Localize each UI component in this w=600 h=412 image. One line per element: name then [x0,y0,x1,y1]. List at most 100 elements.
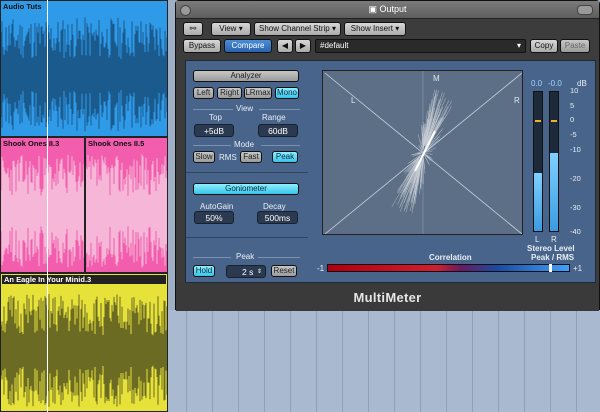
mode-separator [261,145,300,146]
peak-section-label: Peak [236,252,255,261]
correlation-max-label: +1 [573,264,583,273]
right-button[interactable]: Right [217,87,242,99]
grid-line [576,310,577,412]
grid-line [472,310,473,412]
rms-label: RMS [219,153,237,162]
waveform [86,154,167,268]
mode-section-label: Mode [234,140,255,149]
correlation-min-label: -1 [317,264,325,273]
grid-line [342,310,343,412]
preset-menu[interactable]: #default ▾ [315,39,526,53]
db-scale-tick: 10 [570,86,579,95]
decay-label: Decay [263,202,286,211]
grid-line [524,310,525,412]
track-region-an-eagle[interactable]: An Eagle In Your Minid.3 [0,273,168,412]
view-label: View [219,24,237,33]
db-scale-tick: -20 [570,174,581,183]
section-divider [186,237,308,238]
paste-button[interactable]: Paste [560,39,590,53]
grid-line [186,310,187,412]
track-region-shook-ones-3[interactable]: Shook Ones II.3 [0,137,85,273]
mono-button[interactable]: Mono [275,87,299,99]
analyzer-button[interactable]: Analyzer [193,70,299,82]
show-channel-strip-menu[interactable]: Show Channel Strip ▾ [254,22,341,36]
peak-mode-button[interactable]: Peak [272,151,298,163]
multimeter-panel: Analyzer Left Right LRmax Mono View Top … [185,60,596,283]
compare-button[interactable]: Compare [224,39,272,53]
reset-button[interactable]: Reset [271,265,297,277]
range-value-field[interactable]: 60dB [258,124,298,137]
meter-r-label: R [551,235,557,244]
db-scale-tick: -10 [570,145,581,154]
view-separator [259,109,300,110]
title-bar[interactable]: ▣ Output [176,1,599,19]
hold-button[interactable]: Hold [193,265,215,277]
correlation-indicator [548,264,552,272]
next-preset-button[interactable]: ▶ [295,39,311,53]
grid-line [316,310,317,412]
decay-value-field[interactable]: 500ms [257,211,298,224]
waveform [1,17,167,132]
preset-name: #default [320,41,349,50]
region-name: An Eagle In Your Minid.3 [2,275,166,284]
meter-l-label: L [535,235,540,244]
show-channel-strip-label: Show Channel Strip [259,24,330,33]
hold-time-stepper[interactable]: 2 s ⇕ [226,265,266,278]
bypass-button[interactable]: Bypass [183,39,221,53]
lrmax-button[interactable]: LRmax [244,87,272,99]
hold-time-value: 2 s [242,267,254,277]
window-title-text: Output [379,4,407,14]
region-name: Audio Tuts [3,2,42,11]
arrange-background [168,310,600,412]
fast-button[interactable]: Fast [240,151,262,163]
region-name: Shook Ones II.3 [3,139,60,148]
slow-button[interactable]: Slow [193,151,215,163]
peak-separator [193,257,231,258]
grid-line [420,310,421,412]
show-insert-label: Show Insert [350,24,393,33]
previous-preset-button[interactable]: ◀ [277,39,293,53]
link-button[interactable]: ⚯ [183,22,203,36]
db-scale-tick: 5 [570,101,575,110]
grid-line [394,310,395,412]
peak-hold-marker [535,120,541,122]
level-meter-left-fill [534,172,542,231]
left-button[interactable]: Left [193,87,214,99]
grid-line [550,310,551,412]
top-value-field[interactable]: +5dB [194,124,234,137]
grid-line [446,310,447,412]
view-separator [193,109,233,110]
chevron-down-icon: ▾ [516,41,521,50]
view-menu[interactable]: View ▾ [211,22,251,36]
db-unit-label: dB [577,79,587,88]
scope-label-r: R [514,96,520,105]
plugin-name: MultiMeter [353,290,422,305]
copy-button[interactable]: Copy [530,39,558,53]
goniometer-button[interactable]: Goniometer [193,183,299,195]
grid-line [264,310,265,412]
grid-line [498,310,499,412]
autogain-value-field[interactable]: 50% [194,211,234,224]
show-insert-menu[interactable]: Show Insert ▾ [344,22,406,36]
grid-line [238,310,239,412]
view-section-label: View [236,104,254,113]
level-meter-left [533,91,543,232]
zoom-icon[interactable] [577,5,593,15]
track-region-shook-ones-5[interactable]: Shook Ones II.5 [85,137,168,273]
db-scale-tick: -5 [570,130,577,139]
waveform [1,294,167,407]
db-scale-tick: -40 [570,227,581,236]
goniometer-display: M L R [322,70,523,235]
waveform [1,154,84,268]
grid-line [212,310,213,412]
level-meter-right [549,91,559,232]
autogain-label: AutoGain [200,202,234,211]
region-name: Shook Ones II.5 [88,139,145,148]
peak-hold-marker [551,120,557,122]
playhead[interactable] [47,0,48,412]
track-region-audio-tuts[interactable]: Audio Tuts [0,0,168,137]
db-scale-tick: -30 [570,203,581,212]
window-title: ▣ Output [368,4,407,14]
mode-separator [193,145,231,146]
scope-label-l: L [351,96,356,105]
